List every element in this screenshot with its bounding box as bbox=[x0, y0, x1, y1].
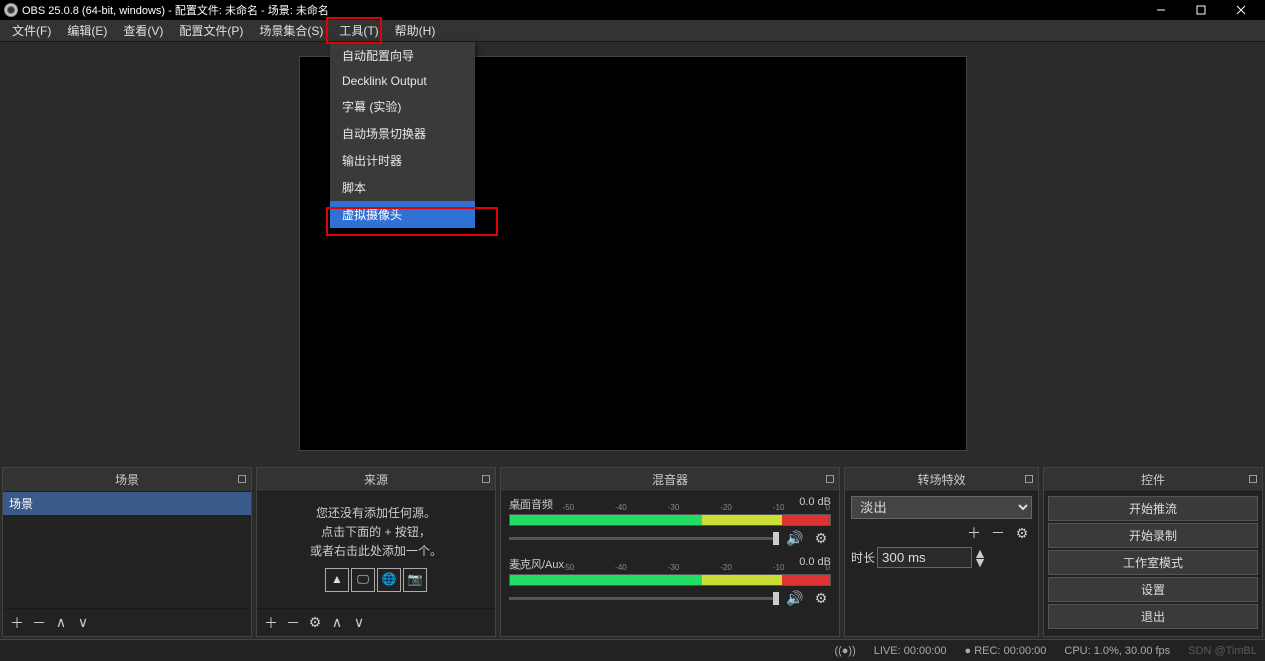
mixer-title: 混音器 bbox=[652, 473, 688, 487]
menu-help[interactable]: 帮助(H) bbox=[387, 19, 444, 42]
scenes-title: 场景 bbox=[115, 473, 139, 487]
settings-button[interactable]: 设置 bbox=[1048, 577, 1258, 602]
status-watermark: SDN @TimBL bbox=[1188, 645, 1257, 657]
scenes-toolbar: ＋ － ∧ ∨ bbox=[3, 608, 251, 636]
scenes-header: 场景 ◻ bbox=[3, 468, 251, 492]
menubar: 文件(F) 编辑(E) 查看(V) 配置文件(P) 场景集合(S) 工具(T) … bbox=[0, 20, 1265, 42]
sources-empty-line3: 或者右击此处添加一个。 bbox=[267, 542, 485, 561]
transitions-detach-icon[interactable]: ◻ bbox=[1024, 471, 1034, 485]
obs-logo-icon bbox=[4, 3, 18, 17]
sources-empty-line2: 点击下面的 + 按钮， bbox=[267, 523, 485, 542]
mixer-detach-icon[interactable]: ◻ bbox=[825, 471, 835, 485]
tools-auto-config[interactable]: 自动配置向导 bbox=[330, 42, 475, 69]
mixer-mic-meter: -60-50-40-30-20-100 bbox=[509, 574, 831, 586]
status-live: LIVE: 00:00:00 bbox=[874, 645, 947, 657]
mixer-track-desktop: 桌面音频 0.0 dB -60-50-40-30-20-100 🔊 ⚙ bbox=[501, 492, 839, 552]
start-record-button[interactable]: 开始录制 bbox=[1048, 523, 1258, 548]
mixer-body: 桌面音频 0.0 dB -60-50-40-30-20-100 🔊 ⚙ 麦克风/… bbox=[501, 492, 839, 636]
sources-dock: 来源 ◻ 您还没有添加任何源。 点击下面的 + 按钮， 或者右击此处添加一个。 … bbox=[256, 467, 496, 637]
tools-auto-switcher[interactable]: 自动场景切换器 bbox=[330, 120, 475, 147]
preview-area bbox=[0, 42, 1265, 465]
minimize-button[interactable] bbox=[1141, 0, 1181, 20]
maximize-button[interactable] bbox=[1181, 0, 1221, 20]
sources-header: 来源 ◻ bbox=[257, 468, 495, 492]
scenes-detach-icon[interactable]: ◻ bbox=[237, 471, 247, 485]
transitions-dock: 转场特效 ◻ 淡出 ＋ － ⚙ 时长 ▲ ▼ bbox=[844, 467, 1039, 637]
tools-decklink[interactable]: Decklink Output bbox=[330, 69, 475, 93]
statusbar: ((●)) LIVE: 00:00:00 ● REC: 00:00:00 CPU… bbox=[0, 639, 1265, 661]
transition-select[interactable]: 淡出 bbox=[851, 496, 1032, 519]
source-properties-button[interactable]: ⚙ bbox=[305, 613, 325, 633]
mixer-desktop-mute-icon[interactable]: 🔊 bbox=[785, 528, 805, 548]
mixer-mic-slider[interactable] bbox=[509, 597, 779, 600]
menu-profiles[interactable]: 配置文件(P) bbox=[171, 19, 251, 42]
mixer-mic-mute-icon[interactable]: 🔊 bbox=[785, 588, 805, 608]
tools-output-timer[interactable]: 输出计时器 bbox=[330, 147, 475, 174]
sources-empty-line1: 您还没有添加任何源。 bbox=[267, 504, 485, 523]
menu-file[interactable]: 文件(F) bbox=[4, 19, 59, 42]
browser-source-icon: 🌐 bbox=[377, 568, 401, 592]
camera-source-icon: 📷 bbox=[403, 568, 427, 592]
transition-remove-button[interactable]: － bbox=[988, 523, 1008, 543]
source-remove-button[interactable]: － bbox=[283, 613, 303, 633]
tools-virtual-cam[interactable]: 虚拟摄像头 bbox=[330, 201, 475, 228]
mixer-track-mic: 麦克风/Aux 0.0 dB -60-50-40-30-20-100 🔊 ⚙ bbox=[501, 552, 839, 612]
controls-dock: 控件 ◻ 开始推流 开始录制 工作室模式 设置 退出 bbox=[1043, 467, 1263, 637]
controls-header: 控件 ◻ bbox=[1044, 468, 1262, 492]
source-add-button[interactable]: ＋ bbox=[261, 613, 281, 633]
start-stream-button[interactable]: 开始推流 bbox=[1048, 496, 1258, 521]
scene-move-down-button[interactable]: ∨ bbox=[73, 613, 93, 633]
transition-settings-button[interactable]: ⚙ bbox=[1012, 523, 1032, 543]
exit-button[interactable]: 退出 bbox=[1048, 604, 1258, 629]
source-move-down-button[interactable]: ∨ bbox=[349, 613, 369, 633]
mixer-header: 混音器 ◻ bbox=[501, 468, 839, 492]
duration-step-down[interactable]: ▼ bbox=[974, 558, 986, 567]
sources-title: 来源 bbox=[364, 473, 388, 487]
scenes-dock: 场景 ◻ 场景 ＋ － ∧ ∨ bbox=[2, 467, 252, 637]
broadcast-icon: ((●)) bbox=[834, 645, 855, 657]
controls-body: 开始推流 开始录制 工作室模式 设置 退出 bbox=[1044, 492, 1262, 636]
source-move-up-button[interactable]: ∧ bbox=[327, 613, 347, 633]
controls-title: 控件 bbox=[1141, 473, 1165, 487]
menu-tools[interactable]: 工具(T) bbox=[331, 19, 386, 42]
display-source-icon: 🖵 bbox=[351, 568, 375, 592]
mixer-desktop-slider[interactable] bbox=[509, 537, 779, 540]
menu-view[interactable]: 查看(V) bbox=[115, 19, 171, 42]
titlebar: OBS 25.0.8 (64-bit, windows) - 配置文件: 未命名… bbox=[0, 0, 1265, 20]
studio-mode-button[interactable]: 工作室模式 bbox=[1048, 550, 1258, 575]
scenes-list[interactable]: 场景 bbox=[3, 492, 251, 608]
meter-ticks: -60-50-40-30-20-100 bbox=[510, 503, 830, 512]
transition-add-button[interactable]: ＋ bbox=[964, 523, 984, 543]
transitions-body: 淡出 ＋ － ⚙ 时长 ▲ ▼ bbox=[845, 492, 1038, 636]
status-cpu: CPU: 1.0%, 30.00 fps bbox=[1064, 645, 1170, 657]
sources-detach-icon[interactable]: ◻ bbox=[481, 471, 491, 485]
mixer-desktop-settings-icon[interactable]: ⚙ bbox=[811, 528, 831, 548]
close-button[interactable] bbox=[1221, 0, 1261, 20]
mixer-dock: 混音器 ◻ 桌面音频 0.0 dB -60-50-40-30-20-100 🔊 … bbox=[500, 467, 840, 637]
transitions-title: 转场特效 bbox=[917, 473, 965, 487]
meter-ticks: -60-50-40-30-20-100 bbox=[510, 563, 830, 572]
window-controls bbox=[1141, 0, 1261, 20]
menu-edit[interactable]: 编辑(E) bbox=[59, 19, 115, 42]
scene-add-button[interactable]: ＋ bbox=[7, 613, 27, 633]
scene-item[interactable]: 场景 bbox=[3, 492, 251, 515]
status-rec: ● REC: 00:00:00 bbox=[965, 645, 1047, 657]
image-source-icon: ▲ bbox=[325, 568, 349, 592]
transitions-header: 转场特效 ◻ bbox=[845, 468, 1038, 492]
docks-row: 场景 ◻ 场景 ＋ － ∧ ∨ 来源 ◻ 您还没有添加任何源。 点击下面的 + … bbox=[0, 465, 1265, 639]
sources-toolbar: ＋ － ⚙ ∧ ∨ bbox=[257, 608, 495, 636]
tools-dropdown: 自动配置向导 Decklink Output 字幕 (实验) 自动场景切换器 输… bbox=[330, 42, 475, 228]
controls-detach-icon[interactable]: ◻ bbox=[1248, 471, 1258, 485]
scene-move-up-button[interactable]: ∧ bbox=[51, 613, 71, 633]
transition-duration-label: 时长 bbox=[851, 549, 875, 566]
transition-duration-input[interactable] bbox=[877, 547, 972, 568]
mixer-mic-settings-icon[interactable]: ⚙ bbox=[811, 588, 831, 608]
tools-subtitle[interactable]: 字幕 (实验) bbox=[330, 93, 475, 120]
tools-scripts[interactable]: 脚本 bbox=[330, 174, 475, 201]
window-title: OBS 25.0.8 (64-bit, windows) - 配置文件: 未命名… bbox=[22, 2, 329, 18]
scene-remove-button[interactable]: － bbox=[29, 613, 49, 633]
menu-scene-collection[interactable]: 场景集合(S) bbox=[251, 19, 331, 42]
sources-empty-state[interactable]: 您还没有添加任何源。 点击下面的 + 按钮， 或者右击此处添加一个。 ▲ 🖵 🌐… bbox=[257, 492, 495, 608]
mixer-desktop-meter: -60-50-40-30-20-100 bbox=[509, 514, 831, 526]
